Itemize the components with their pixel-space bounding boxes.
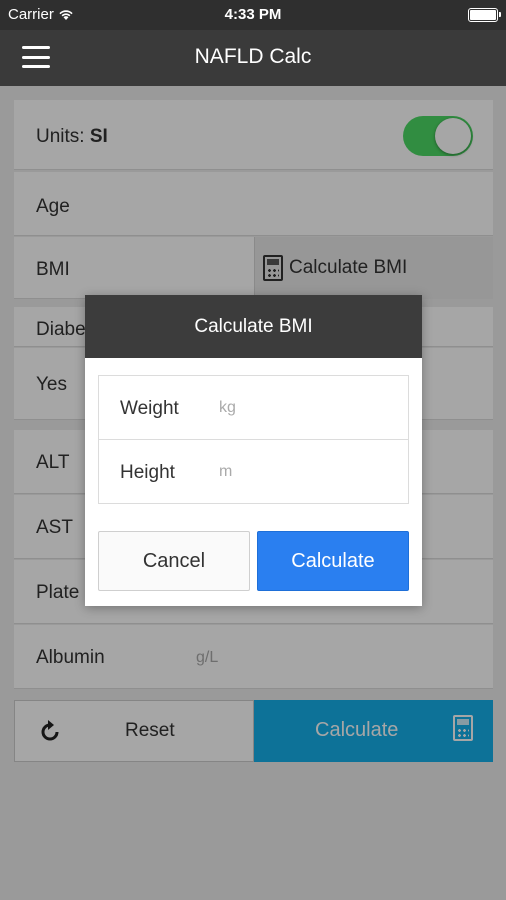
nav-bar: NAFLD Calc [0,30,506,86]
dialog-buttons: Cancel Calculate [98,531,409,593]
dialog-title: Calculate BMI [85,295,422,358]
cancel-button[interactable]: Cancel [98,531,250,591]
dialog-fields: Weight Height [98,375,409,504]
dialog-calculate-button[interactable]: Calculate [257,531,409,591]
status-bar: Carrier 4:33 PM [0,0,506,30]
weight-input[interactable] [219,394,389,422]
weight-field: Weight [99,376,408,440]
weight-label: Weight [120,398,179,419]
battery-icon [468,8,501,22]
calculate-bmi-dialog: Calculate BMI Weight Height Cancel Calcu… [85,295,422,606]
height-label: Height [120,462,175,483]
height-input[interactable] [219,458,389,486]
status-time: 4:33 PM [224,6,282,23]
height-field: Height [99,440,408,504]
page-title: NAFLD Calc [194,45,312,68]
